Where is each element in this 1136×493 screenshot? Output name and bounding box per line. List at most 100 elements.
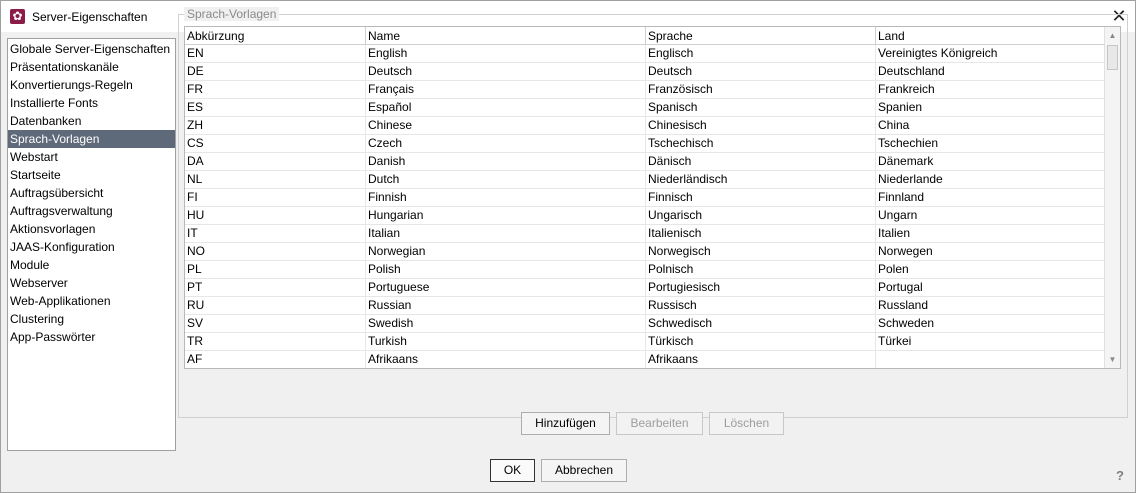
cell-name: Czech: [366, 135, 646, 153]
scroll-up-icon[interactable]: ▲: [1105, 28, 1120, 43]
cell-country: Türkei: [876, 333, 1105, 351]
cell-country: Dänemark: [876, 153, 1105, 171]
cell-name: Hungarian: [366, 207, 646, 225]
nav-item[interactable]: Auftragsverwaltung: [8, 202, 175, 220]
cell-language: Finnisch: [646, 189, 876, 207]
cell-abbreviation: DE: [185, 63, 366, 81]
cell-name: Chinese: [366, 117, 646, 135]
cell-abbreviation: IT: [185, 225, 366, 243]
nav-item[interactable]: Webstart: [8, 148, 175, 166]
nav-item[interactable]: App-Passwörter: [8, 328, 175, 346]
cell-abbreviation: AF: [185, 351, 366, 368]
table-row[interactable]: ES Español Spanisch Spanien: [185, 99, 1105, 117]
cell-language: Norwegisch: [646, 243, 876, 261]
table-row[interactable]: AF Afrikaans Afrikaans: [185, 351, 1105, 368]
table-row[interactable]: FR Français Französisch Frankreich: [185, 81, 1105, 99]
cell-abbreviation: FI: [185, 189, 366, 207]
nav-item[interactable]: Clustering: [8, 310, 175, 328]
cancel-button[interactable]: Abbrechen: [541, 459, 627, 482]
nav-item[interactable]: Datenbanken: [8, 112, 175, 130]
edit-button[interactable]: Bearbeiten: [616, 412, 703, 435]
nav-item[interactable]: Module: [8, 256, 175, 274]
cell-country: Russland: [876, 297, 1105, 315]
nav-item[interactable]: Aktionsvorlagen: [8, 220, 175, 238]
cell-name: Portuguese: [366, 279, 646, 297]
nav-item[interactable]: Globale Server-Eigenschaften: [8, 40, 175, 58]
cell-language: Dänisch: [646, 153, 876, 171]
column-header-abbreviation[interactable]: Abkürzung: [185, 27, 366, 45]
cell-language: Deutsch: [646, 63, 876, 81]
nav-item[interactable]: Präsentationskanäle: [8, 58, 175, 76]
cell-country: Italien: [876, 225, 1105, 243]
scroll-down-icon[interactable]: ▼: [1105, 352, 1120, 367]
table-row[interactable]: FI Finnish Finnisch Finnland: [185, 189, 1105, 207]
table-row[interactable]: NL Dutch Niederländisch Niederlande: [185, 171, 1105, 189]
table-row[interactable]: RU Russian Russisch Russland: [185, 297, 1105, 315]
vertical-scrollbar[interactable]: ▲ ▼: [1104, 27, 1120, 368]
ok-button[interactable]: OK: [490, 459, 535, 482]
cell-abbreviation: TR: [185, 333, 366, 351]
column-header-name[interactable]: Name: [366, 27, 646, 45]
nav-item[interactable]: Web-Applikationen: [8, 292, 175, 310]
cell-abbreviation: SV: [185, 315, 366, 333]
table-row[interactable]: DE Deutsch Deutsch Deutschland: [185, 63, 1105, 81]
cell-name: Finnish: [366, 189, 646, 207]
cell-name: Danish: [366, 153, 646, 171]
table-row[interactable]: ZH Chinese Chinesisch China: [185, 117, 1105, 135]
cell-name: Deutsch: [366, 63, 646, 81]
cell-country: Ungarn: [876, 207, 1105, 225]
cell-language: Polnisch: [646, 261, 876, 279]
cell-abbreviation: ZH: [185, 117, 366, 135]
table-row[interactable]: SV Swedish Schwedisch Schweden: [185, 315, 1105, 333]
help-icon[interactable]: ?: [1112, 468, 1128, 484]
cell-name: Swedish: [366, 315, 646, 333]
cell-abbreviation: EN: [185, 45, 366, 63]
table-row[interactable]: PL Polish Polnisch Polen: [185, 261, 1105, 279]
table-row[interactable]: CS Czech Tschechisch Tschechien: [185, 135, 1105, 153]
cell-country: Polen: [876, 261, 1105, 279]
settings-category-list[interactable]: Globale Server-Eigenschaften Präsentation…: [7, 38, 176, 451]
nav-item[interactable]: Sprach-Vorlagen: [8, 130, 175, 148]
cell-abbreviation: FR: [185, 81, 366, 99]
scrollbar-thumb[interactable]: [1107, 45, 1118, 70]
cell-language: Französisch: [646, 81, 876, 99]
cell-country: Portugal: [876, 279, 1105, 297]
cell-abbreviation: PT: [185, 279, 366, 297]
nav-item[interactable]: JAAS-Konfiguration: [8, 238, 175, 256]
cell-name: Polish: [366, 261, 646, 279]
cell-language: Russisch: [646, 297, 876, 315]
cell-abbreviation: CS: [185, 135, 366, 153]
language-table[interactable]: Abkürzung Name Sprache Land EN English Eng…: [184, 26, 1121, 369]
cell-name: Dutch: [366, 171, 646, 189]
cell-language: Schwedisch: [646, 315, 876, 333]
cell-country: Niederlande: [876, 171, 1105, 189]
cell-country: Schweden: [876, 315, 1105, 333]
column-header-country[interactable]: Land: [876, 27, 1105, 45]
nav-item[interactable]: Konvertierungs-Regeln: [8, 76, 175, 94]
cell-abbreviation: HU: [185, 207, 366, 225]
cell-abbreviation: RU: [185, 297, 366, 315]
table-row[interactable]: NO Norwegian Norwegisch Norwegen: [185, 243, 1105, 261]
cell-abbreviation: DA: [185, 153, 366, 171]
nav-item[interactable]: Installierte Fonts: [8, 94, 175, 112]
table-row[interactable]: DA Danish Dänisch Dänemark: [185, 153, 1105, 171]
add-button[interactable]: Hinzufügen: [521, 412, 610, 435]
cell-name: Russian: [366, 297, 646, 315]
nav-item[interactable]: Startseite: [8, 166, 175, 184]
nav-item[interactable]: Webserver: [8, 274, 175, 292]
table-row[interactable]: IT Italian Italienisch Italien: [185, 225, 1105, 243]
table-header: Abkürzung Name Sprache Land: [185, 27, 1105, 45]
nav-item[interactable]: Auftragsübersicht: [8, 184, 175, 202]
cell-country: China: [876, 117, 1105, 135]
cell-country: Tschechien: [876, 135, 1105, 153]
table-row[interactable]: PT Portuguese Portugiesisch Portugal: [185, 279, 1105, 297]
table-row[interactable]: EN English Englisch Vereinigtes Königreich: [185, 45, 1105, 63]
table-row[interactable]: HU Hungarian Ungarisch Ungarn: [185, 207, 1105, 225]
column-header-language[interactable]: Sprache: [646, 27, 876, 45]
table-row[interactable]: TR Turkish Türkisch Türkei: [185, 333, 1105, 351]
cell-language: Portugiesisch: [646, 279, 876, 297]
delete-button[interactable]: Löschen: [709, 412, 784, 435]
group-title: Sprach-Vorlagen: [184, 7, 280, 21]
cell-country: Norwegen: [876, 243, 1105, 261]
cell-language: Türkisch: [646, 333, 876, 351]
